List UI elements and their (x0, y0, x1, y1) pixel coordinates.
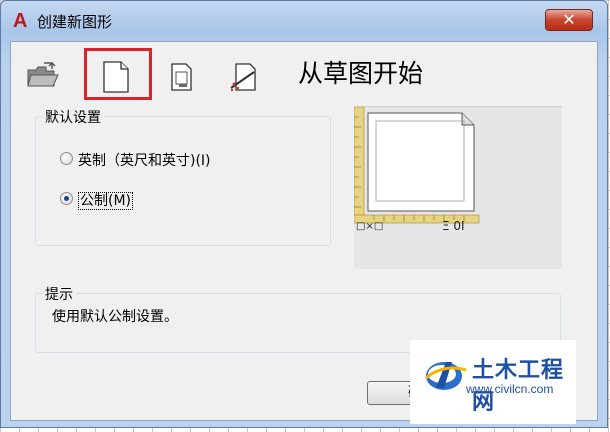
page-heading: 从草图开始 (298, 59, 424, 88)
preview-scale-right: Ξ 0I (442, 219, 465, 233)
open-drawing-button[interactable] (19, 54, 65, 98)
metric-radio-label: 公制(M) (78, 190, 134, 210)
close-button[interactable]: ✕ (545, 9, 593, 31)
imperial-radio-button[interactable] (60, 152, 73, 165)
wizard-page-icon (230, 63, 256, 92)
start-from-scratch-button[interactable] (94, 54, 140, 98)
hint-label: 提示 (42, 284, 76, 304)
use-wizard-button[interactable] (221, 54, 267, 98)
watermark-url: www.civilcn.com (466, 382, 554, 396)
paper-preview-graphic (353, 106, 480, 224)
template-page-icon (171, 63, 192, 91)
globe-logo-icon (425, 362, 467, 390)
site-watermark: 土木工程网 www.civilcn.com (410, 340, 576, 424)
hint-text: 使用默认公制设置。 (52, 309, 178, 325)
metric-radio-text: 公制(M) (78, 192, 134, 210)
window-title: 创建新图形 (37, 13, 113, 31)
drawing-preview: □×□ Ξ 0I (353, 106, 562, 269)
default-settings-group: 默认设置 英制（英尺和英寸)(I) 公制(M) (35, 107, 331, 246)
autocad-logo-icon: A (13, 10, 28, 32)
preview-scale-left: □×□ (356, 221, 384, 232)
blank-page-icon (103, 61, 129, 93)
folder-open-icon (27, 61, 59, 87)
title-bar[interactable]: A 创建新图形 ✕ (1, 1, 607, 41)
use-template-button[interactable] (159, 54, 205, 98)
imperial-radio-label: 英制（英尺和英寸)(I) (78, 153, 211, 169)
metric-radio-button[interactable] (60, 192, 73, 205)
default-settings-label: 默认设置 (42, 107, 104, 127)
